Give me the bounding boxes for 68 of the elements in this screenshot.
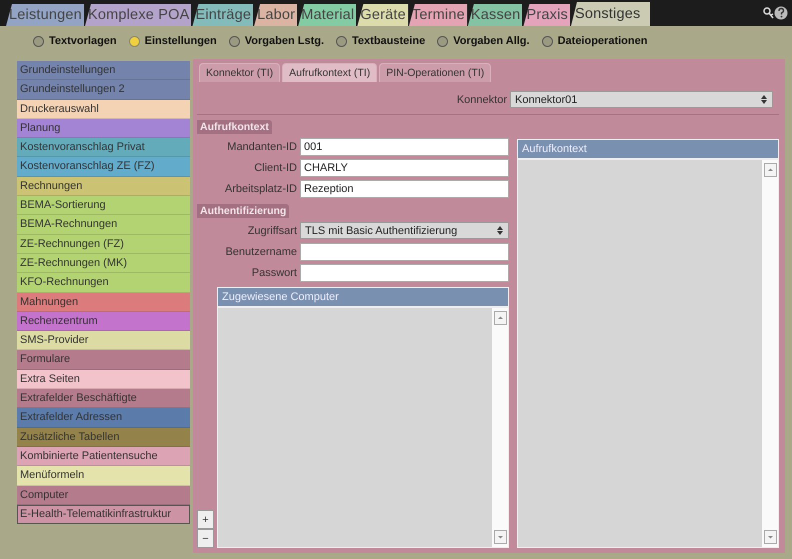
scrollbar[interactable] xyxy=(762,160,778,547)
key-help-icon[interactable] xyxy=(762,5,788,21)
scroll-down-icon[interactable] xyxy=(764,530,776,544)
list-header: Zugewiesene Computer xyxy=(218,288,508,308)
sidebar-item[interactable]: Menüformeln xyxy=(17,466,190,486)
updown-icon xyxy=(497,226,503,235)
field-label: Mandanten-ID xyxy=(226,140,297,152)
field-label: Konnektor xyxy=(456,94,507,106)
module-tab[interactable]: Geräte xyxy=(357,4,409,26)
module-tab[interactable]: Labor xyxy=(254,4,298,26)
radio-option[interactable]: Textvorlagen xyxy=(33,35,117,47)
input-field[interactable]: CHARLY xyxy=(300,158,509,176)
updown-icon xyxy=(761,95,767,104)
radio-option[interactable]: Dateioperationen xyxy=(542,35,648,47)
radio-option[interactable]: Einstellungen xyxy=(128,35,217,47)
field-label: Arbeitsplatz-ID xyxy=(224,182,297,194)
scrollbar[interactable] xyxy=(492,308,508,547)
add-button[interactable]: + xyxy=(197,510,214,529)
module-tab[interactable]: Kassen xyxy=(468,4,524,26)
sidebar-item[interactable]: BEMA-Rechnungen xyxy=(17,215,190,235)
sidebar-item[interactable]: Formulare xyxy=(17,350,190,370)
sidebar-item[interactable]: ZE-Rechnungen (FZ) xyxy=(17,234,190,254)
access-type-dropdown[interactable]: TLS mit Basic Authentifizierung xyxy=(300,222,509,239)
field-label: Zugriffsart xyxy=(246,224,297,236)
sidebar-item[interactable]: Rechenzentrum xyxy=(17,312,190,332)
radio-option[interactable]: Textbausteine xyxy=(336,35,426,47)
sidebar-item[interactable]: BEMA-Sortierung xyxy=(17,196,190,216)
module-tab[interactable]: Material xyxy=(298,4,358,26)
scroll-up-icon[interactable] xyxy=(764,163,776,177)
radio-option[interactable]: Vorgaben Lstg. xyxy=(228,35,324,47)
field-label: Benutzername xyxy=(224,246,297,258)
section-title: Authentifizierung xyxy=(197,204,290,218)
list-header: Aufrufkontext xyxy=(518,140,778,160)
scroll-down-icon[interactable] xyxy=(494,530,506,544)
sidebar-item[interactable]: Extra Seiten xyxy=(17,370,190,390)
sidebar-item[interactable]: Kombinierte Patientensuche xyxy=(17,446,190,466)
module-tab[interactable]: Komplexe POA xyxy=(84,4,192,26)
input-field[interactable] xyxy=(300,264,509,282)
input-field[interactable]: Rezeption xyxy=(300,180,509,198)
module-tab[interactable]: Sonstiges xyxy=(570,2,652,26)
sidebar-item[interactable]: ZE-Rechnungen (MK) xyxy=(17,254,190,274)
sidebar-item[interactable]: Extrafelder Beschäftigte xyxy=(17,389,190,408)
tab[interactable]: PIN-Operationen (TI) xyxy=(379,63,492,82)
module-tab[interactable]: Einträge xyxy=(192,4,254,26)
sidebar-item[interactable]: Druckerauswahl xyxy=(17,100,190,119)
sidebar-item[interactable]: Computer xyxy=(17,486,190,505)
module-tab[interactable]: Leistungen xyxy=(6,4,85,26)
field-label: Client-ID xyxy=(253,162,297,174)
module-tab[interactable]: Termine xyxy=(408,4,468,26)
sidebar-item[interactable]: Mahnungen xyxy=(17,292,190,312)
field-label: Passwort xyxy=(250,266,297,278)
radio-option[interactable]: Vorgaben Allg. xyxy=(437,35,530,47)
scroll-up-icon[interactable] xyxy=(494,311,506,325)
sidebar-item[interactable]: Kostenvoranschlag Privat xyxy=(17,138,190,158)
section-title: Aufrufkontext xyxy=(197,120,272,134)
sidebar-item[interactable]: Planung xyxy=(17,118,190,138)
sidebar-item[interactable]: Kostenvoranschlag ZE (FZ) xyxy=(17,157,190,177)
tab[interactable]: Aufrufkontext (TI) xyxy=(282,63,378,82)
sidebar-item[interactable]: KFO-Rechnungen xyxy=(17,273,190,293)
remove-button[interactable]: − xyxy=(197,529,214,548)
input-field[interactable] xyxy=(300,242,509,260)
sidebar-item[interactable]: Rechnungen xyxy=(17,176,190,196)
konnektor-dropdown[interactable]: Konnektor01 xyxy=(510,91,773,108)
sidebar-item[interactable]: E-Health-Telematikinfrastruktur xyxy=(17,504,190,524)
sidebar-item[interactable]: SMS-Provider xyxy=(17,331,190,350)
module-tab[interactable]: Praxis xyxy=(523,4,571,26)
input-field[interactable]: 001 xyxy=(300,138,509,156)
tab[interactable]: Konnektor (TI) xyxy=(199,63,280,82)
